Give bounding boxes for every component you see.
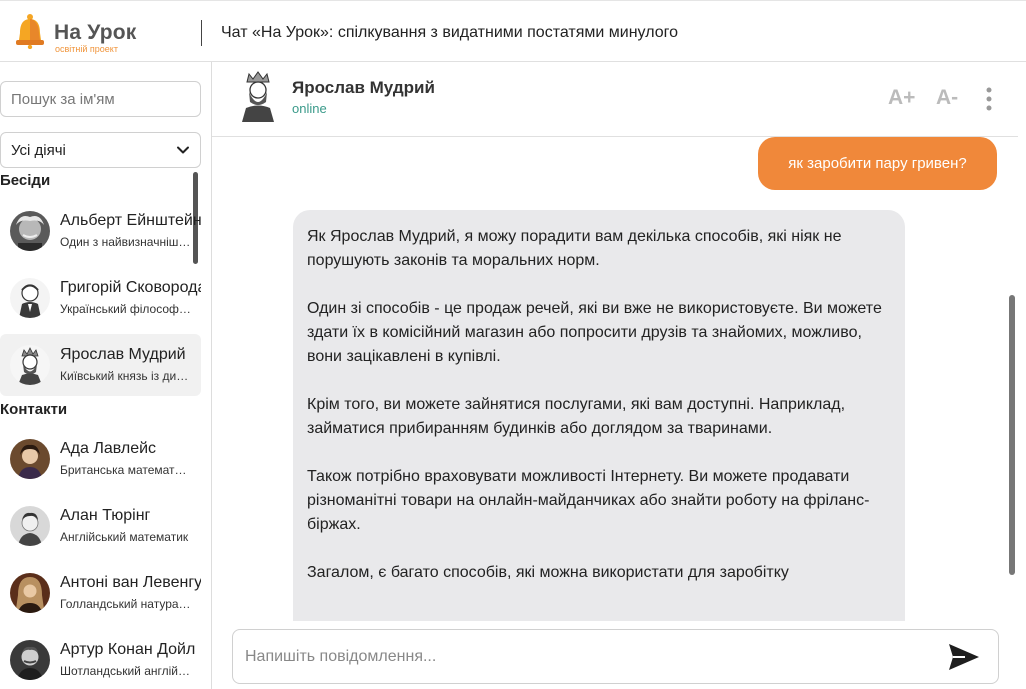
conversation-item-einstein[interactable]: Альберт Ейнштейн Один з найвизначніших ф…	[0, 200, 201, 262]
contact-name: Антоні ван Левенгук	[60, 574, 201, 591]
conversation-item-yaroslav[interactable]: Ярослав Мудрий Київський князь із династ…	[0, 334, 201, 396]
doyle-avatar-icon	[10, 640, 50, 680]
skovoroda-avatar-icon	[10, 278, 50, 318]
app-header: На Урок освітній проект Чат «На Урок»: с…	[0, 0, 1026, 62]
more-vertical-icon[interactable]	[985, 87, 993, 111]
bot-message: Як Ярослав Мудрий, я можу порадити вам д…	[293, 210, 905, 621]
logo-title: На Урок	[54, 21, 137, 44]
contact-item-lovelace[interactable]: Ада Лавлейс Британська математикиня	[0, 428, 201, 490]
header-divider	[201, 20, 202, 46]
bot-message-paragraph: Один зі способів - це продаж речей, які …	[307, 300, 882, 365]
filter-select[interactable]: Усі діячі	[0, 132, 201, 168]
contacts-title: Контакти	[0, 401, 68, 418]
font-increase-button[interactable]: A+	[888, 86, 915, 110]
sidebar: Усі діячі Бесіди Альберт Ейнштейн Один з…	[0, 62, 212, 689]
contact-desc: Британська математикиня	[60, 463, 192, 477]
conversation-desc: Київський князь із династії Рюриковичів	[60, 369, 192, 383]
conversation-desc: Один з найвизначніших фізиків	[60, 235, 192, 249]
logo-subtitle: освітній проект	[55, 44, 118, 54]
chevron-down-icon	[177, 146, 189, 154]
messages-scrollbar[interactable]	[1009, 295, 1015, 575]
conversation-desc: Український філософ і поет	[60, 302, 192, 316]
conversation-name: Григорій Сковорода	[60, 279, 201, 296]
yaroslav-portrait-icon	[242, 71, 274, 122]
bot-message-paragraph: Загалом, є багато способів, які можна ви…	[307, 564, 789, 581]
logo[interactable]: На Урок освітній проект	[12, 13, 202, 55]
contact-name: Артур Конан Дойл	[60, 641, 196, 658]
filter-select-value: Усі діячі	[11, 141, 66, 159]
chat-panel: Ярослав Мудрий online A+ A- як заробити …	[212, 62, 1026, 689]
conversation-name: Ярослав Мудрий	[60, 346, 186, 363]
chat-header: Ярослав Мудрий online A+ A-	[212, 62, 1018, 137]
font-decrease-button[interactable]: A-	[936, 86, 958, 110]
contact-desc: Англійський математик	[60, 530, 189, 544]
user-message: як заробити пару гривен?	[758, 137, 997, 190]
contact-name: Алан Тюрінг	[60, 507, 151, 524]
contact-name: Ада Лавлейс	[60, 440, 157, 457]
conversation-name: Альберт Ейнштейн	[60, 212, 201, 229]
bot-message-paragraph: Також потрібно враховувати можливості Ін…	[307, 468, 870, 533]
bot-message-paragraph: Крім того, ви можете зайнятися послугами…	[307, 396, 846, 437]
search-input[interactable]	[0, 81, 201, 117]
contact-item-leeuwenhoek[interactable]: Антоні ван Левенгук Голландський натурал…	[0, 562, 201, 624]
leeuwenhoek-avatar-icon	[10, 573, 50, 613]
conversations-title: Бесіди	[0, 172, 51, 189]
send-icon[interactable]	[947, 642, 981, 672]
contact-item-doyle[interactable]: Артур Конан Дойл Шотландський англійськи…	[0, 629, 201, 689]
chat-contact-name: Ярослав Мудрий	[292, 78, 435, 97]
contact-item-turing[interactable]: Алан Тюрінг Англійський математик	[0, 495, 201, 557]
bell-logo-icon	[16, 14, 44, 49]
message-list[interactable]: як заробити пару гривен? Як Ярослав Мудр…	[212, 137, 1018, 621]
lovelace-avatar-icon	[10, 439, 50, 479]
page-title: Чат «На Урок»: спілкування з видатними п…	[221, 24, 678, 41]
yaroslav-avatar-icon	[10, 345, 50, 385]
message-input[interactable]	[245, 640, 925, 674]
contact-desc: Голландський натураліст	[60, 597, 192, 611]
message-composer	[232, 629, 999, 684]
einstein-avatar-icon	[10, 211, 50, 251]
chat-status: online	[292, 101, 327, 116]
turing-avatar-icon	[10, 506, 50, 546]
conversation-item-skovoroda[interactable]: Григорій Сковорода Український філософ і…	[0, 267, 201, 329]
bot-message-paragraph: Як Ярослав Мудрий, я можу порадити вам д…	[307, 228, 842, 269]
contact-desc: Шотландський англійський письменник	[60, 664, 192, 678]
